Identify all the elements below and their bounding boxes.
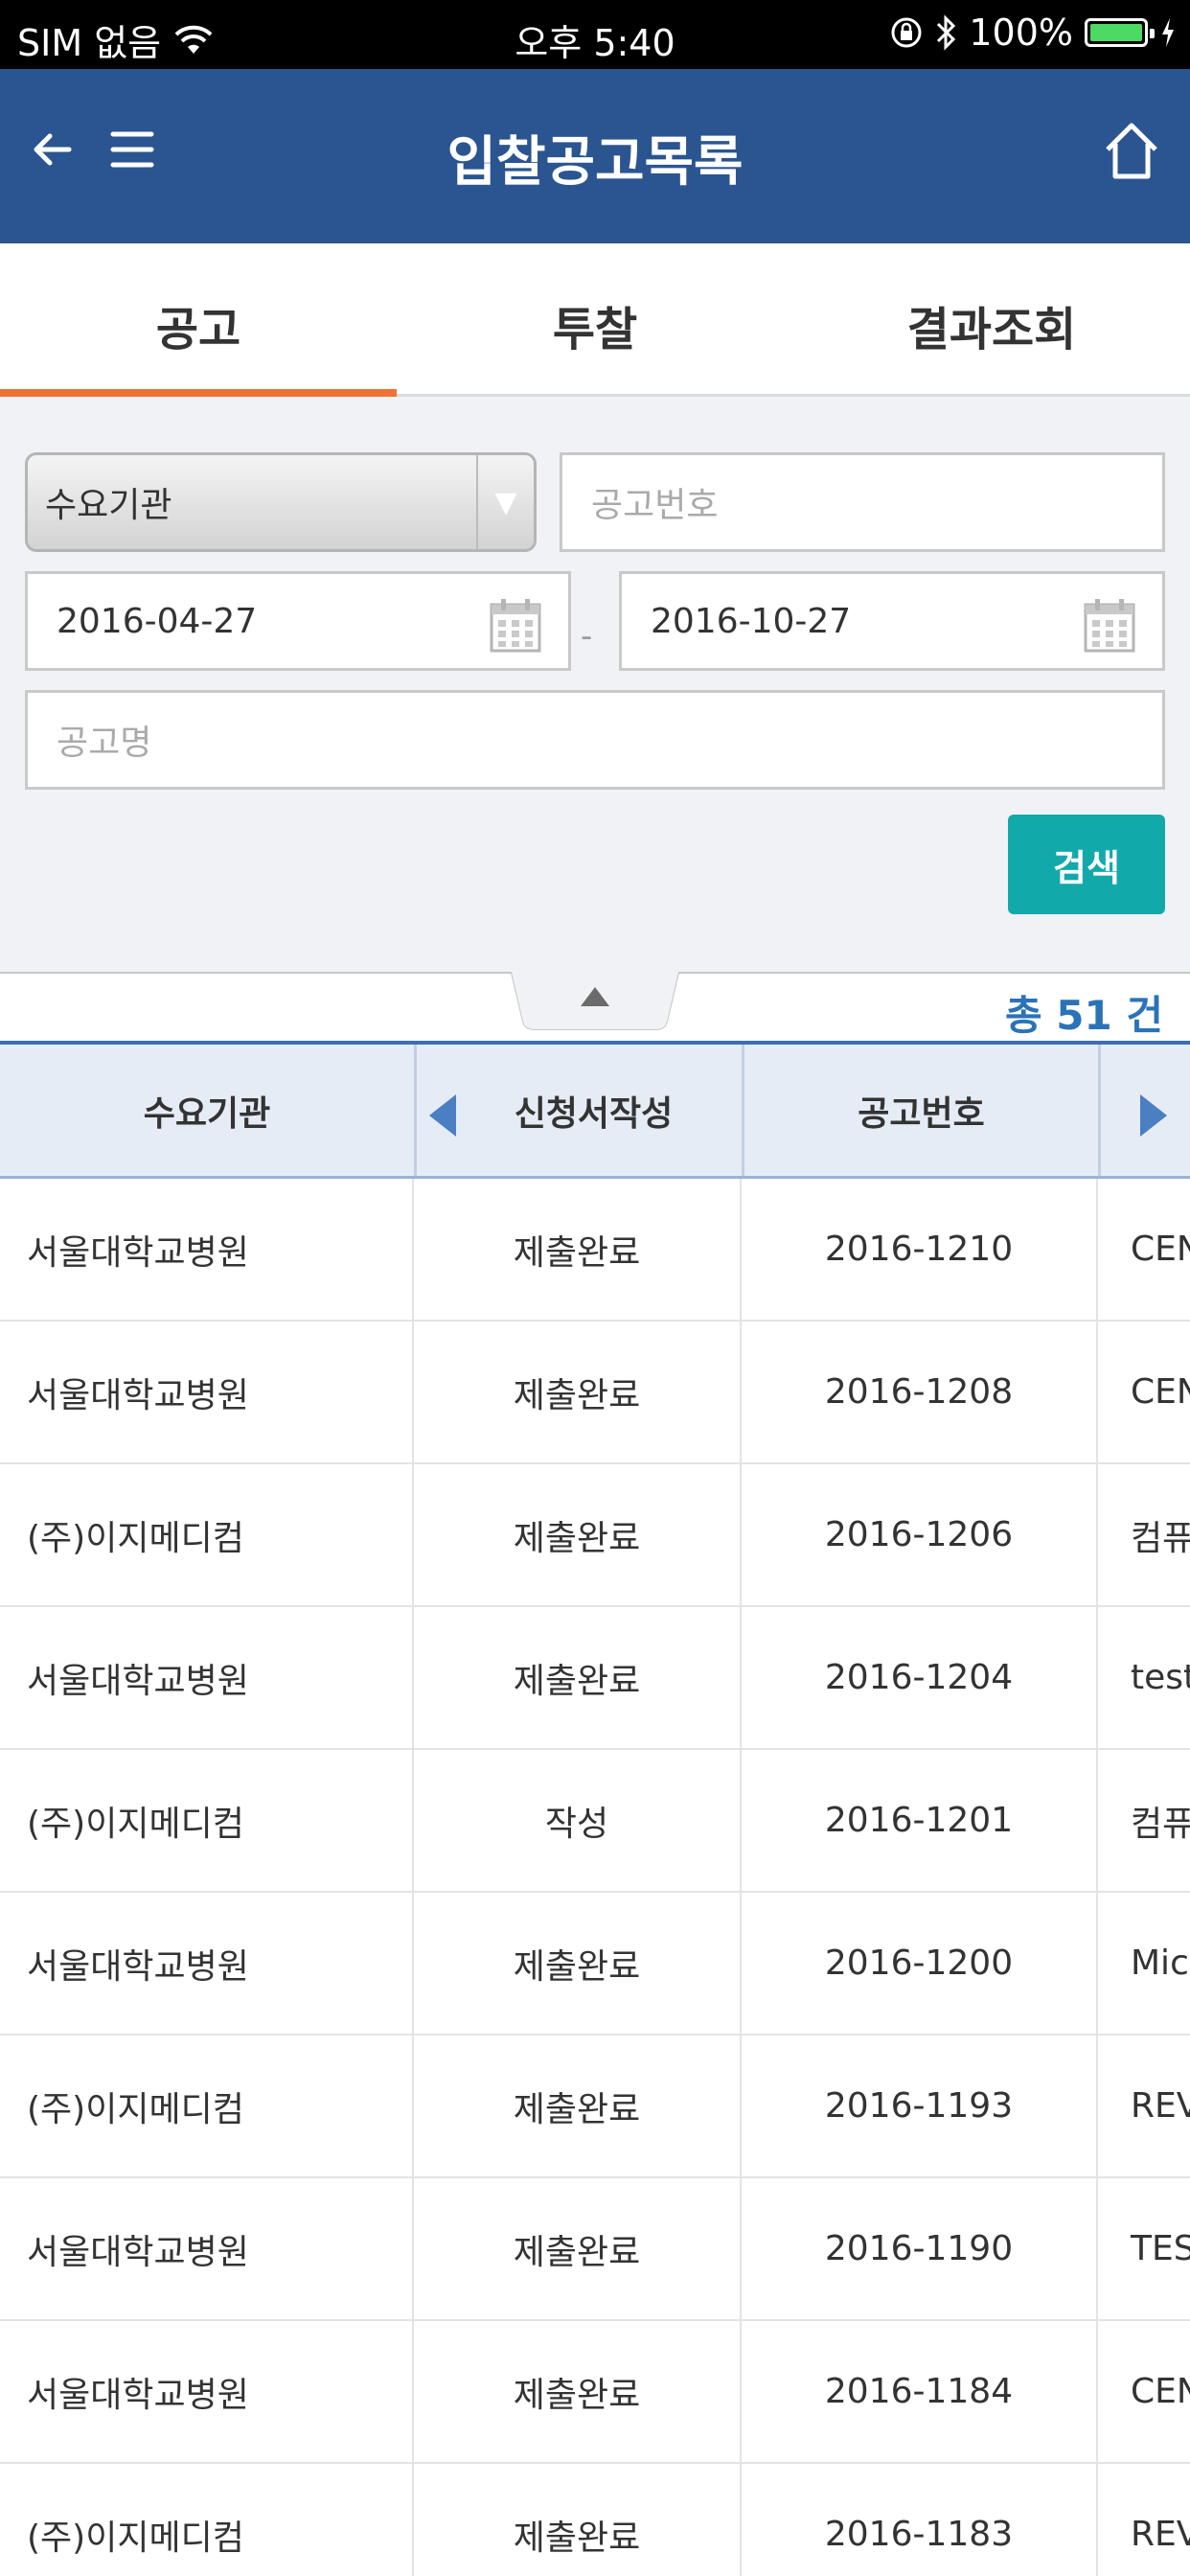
calendar-icon[interactable] bbox=[1084, 597, 1135, 653]
date-to-value: 2016-10-27 bbox=[651, 601, 852, 641]
header-application[interactable]: 신청서작성 bbox=[414, 1045, 742, 1176]
tab-notice[interactable]: 공고 bbox=[0, 243, 397, 397]
table-row[interactable]: 서울대학교병원 제출완료 2016-1204 test1 bbox=[0, 1607, 1190, 1750]
cell-org: 서울대학교병원 bbox=[0, 1322, 414, 1462]
cell-notice-number: 2016-1201 bbox=[742, 1750, 1098, 1891]
calendar-icon[interactable] bbox=[490, 597, 541, 653]
cell-org: (주)이지메디컴 bbox=[0, 2036, 414, 2176]
search-button[interactable]: 검색 bbox=[1008, 815, 1165, 914]
cell-notice-number: 2016-1206 bbox=[742, 1464, 1098, 1605]
cell-org: 서울대학교병원 bbox=[0, 2321, 414, 2462]
cell-notice-name: test1 bbox=[1131, 1658, 1190, 1697]
collapse-arrow-icon[interactable] bbox=[579, 985, 611, 1008]
cell-notice-name: CEN bbox=[1131, 2372, 1190, 2411]
table-row[interactable]: (주)이지메디컴 제출완료 2016-1206 컴퓨 bbox=[0, 1464, 1190, 1607]
table-row[interactable]: (주)이지메디컴 제출완료 2016-1193 REV bbox=[0, 2036, 1190, 2178]
scroll-left-icon[interactable] bbox=[429, 1094, 456, 1137]
date-separator: - bbox=[581, 617, 593, 656]
cell-status: 제출완료 bbox=[414, 1893, 742, 2034]
table-row[interactable]: (주)이지메디컴 제출완료 2016-1183 REV bbox=[0, 2464, 1190, 2576]
cell-org: (주)이지메디컴 bbox=[0, 1750, 414, 1891]
scroll-right-icon[interactable] bbox=[1140, 1094, 1167, 1137]
cell-status: 제출완료 bbox=[414, 2464, 742, 2576]
total-count: 총 51 건 bbox=[1005, 983, 1163, 1042]
charging-icon bbox=[1162, 18, 1174, 47]
cell-notice-number: 2016-1193 bbox=[742, 2036, 1098, 2176]
cell-status: 제출완료 bbox=[414, 1179, 742, 1320]
cell-notice-name: CEN bbox=[1131, 1372, 1190, 1412]
table-header: 수요기관 신청서작성 공고번호 bbox=[0, 1045, 1190, 1179]
app-header: 입찰공고목록 bbox=[0, 69, 1190, 243]
page-title: 입찰공고목록 bbox=[446, 131, 744, 194]
table-row[interactable]: 서울대학교병원 제출완료 2016-1190 TEST bbox=[0, 2178, 1190, 2321]
cell-org: 서울대학교병원 bbox=[0, 2178, 414, 2319]
org-select[interactable]: 수요기관 ▼ bbox=[25, 452, 537, 552]
bluetooth-icon bbox=[937, 14, 956, 51]
cell-status: 제출완료 bbox=[414, 2036, 742, 2176]
cell-notice-name: REV bbox=[1131, 2086, 1190, 2126]
cell-notice-number: 2016-1210 bbox=[742, 1179, 1098, 1320]
cell-notice-name: REV bbox=[1131, 2515, 1190, 2554]
table-row[interactable]: 서울대학교병원 제출완료 2016-1210 CEN bbox=[0, 1179, 1190, 1322]
total-number: 51 bbox=[1056, 992, 1112, 1039]
notice-number-input[interactable]: 공고번호 bbox=[560, 452, 1165, 552]
cell-org: 서울대학교병원 bbox=[0, 1893, 414, 2034]
tab-result[interactable]: 결과조회 bbox=[793, 243, 1190, 394]
cell-status: 제출완료 bbox=[414, 1322, 742, 1462]
search-panel: 수요기관 ▼ 공고번호 2016-04-27 - 2016-10-27 공고명 … bbox=[0, 397, 1190, 972]
cell-org: (주)이지메디컴 bbox=[0, 1464, 414, 1605]
cell-notice-name: 컴퓨 bbox=[1131, 1804, 1190, 1844]
cell-notice-name: Micro bbox=[1131, 1944, 1190, 1983]
org-select-value: 수요기관 bbox=[45, 486, 172, 525]
status-bar: SIM 없음 오후 5:40 100% bbox=[0, 0, 1190, 69]
table-row[interactable]: 서울대학교병원 제출완료 2016-1184 CEN bbox=[0, 2321, 1190, 2464]
notice-name-input[interactable]: 공고명 bbox=[25, 690, 1165, 790]
chevron-down-icon: ▼ bbox=[476, 455, 534, 549]
cell-status: 작성 bbox=[414, 1750, 742, 1891]
cell-notice-number: 2016-1190 bbox=[742, 2178, 1098, 2319]
cell-org: 서울대학교병원 bbox=[0, 1179, 414, 1320]
cell-notice-number: 2016-1208 bbox=[742, 1322, 1098, 1462]
collapse-bar: 총 51 건 bbox=[0, 972, 1190, 1045]
cell-status: 제출완료 bbox=[414, 2178, 742, 2319]
cell-status: 제출완료 bbox=[414, 1607, 742, 1748]
tab-bid[interactable]: 투찰 bbox=[397, 243, 793, 394]
tab-bar: 공고 투찰 결과조회 bbox=[0, 243, 1190, 397]
cell-notice-number: 2016-1204 bbox=[742, 1607, 1098, 1748]
table-row[interactable]: 서울대학교병원 제출완료 2016-1208 CEN bbox=[0, 1322, 1190, 1464]
total-prefix: 총 bbox=[1005, 992, 1057, 1039]
header-notice-number[interactable]: 공고번호 bbox=[742, 1045, 1098, 1176]
orientation-lock-icon bbox=[891, 17, 922, 48]
table-row[interactable]: 서울대학교병원 제출완료 2016-1200 Micro bbox=[0, 1893, 1190, 2036]
date-to-input[interactable]: 2016-10-27 bbox=[619, 571, 1165, 671]
battery-icon bbox=[1085, 18, 1155, 47]
battery-percent: 100% bbox=[969, 12, 1073, 54]
cell-notice-number: 2016-1183 bbox=[742, 2464, 1098, 2576]
cell-org: 서울대학교병원 bbox=[0, 1607, 414, 1748]
cell-status: 제출완료 bbox=[414, 2321, 742, 2462]
header-org[interactable]: 수요기관 bbox=[0, 1045, 414, 1176]
home-icon[interactable] bbox=[1102, 121, 1161, 180]
cell-notice-number: 2016-1184 bbox=[742, 2321, 1098, 2462]
cell-notice-name: 컴퓨 bbox=[1131, 1518, 1190, 1558]
cell-org: (주)이지메디컴 bbox=[0, 2464, 414, 2576]
table-body: 서울대학교병원 제출완료 2016-1210 CEN 서울대학교병원 제출완료 … bbox=[0, 1179, 1190, 2576]
date-from-value: 2016-04-27 bbox=[57, 601, 258, 641]
date-from-input[interactable]: 2016-04-27 bbox=[25, 571, 571, 671]
notice-number-placeholder: 공고번호 bbox=[591, 486, 719, 525]
table-row[interactable]: (주)이지메디컴 작성 2016-1201 컴퓨 bbox=[0, 1750, 1190, 1893]
cell-notice-name: CEN bbox=[1131, 1230, 1190, 1269]
cell-notice-number: 2016-1200 bbox=[742, 1893, 1098, 2034]
cell-notice-name: TEST bbox=[1131, 2229, 1190, 2268]
total-suffix: 건 bbox=[1111, 992, 1163, 1039]
notice-name-placeholder: 공고명 bbox=[57, 724, 152, 763]
cell-status: 제출완료 bbox=[414, 1464, 742, 1605]
